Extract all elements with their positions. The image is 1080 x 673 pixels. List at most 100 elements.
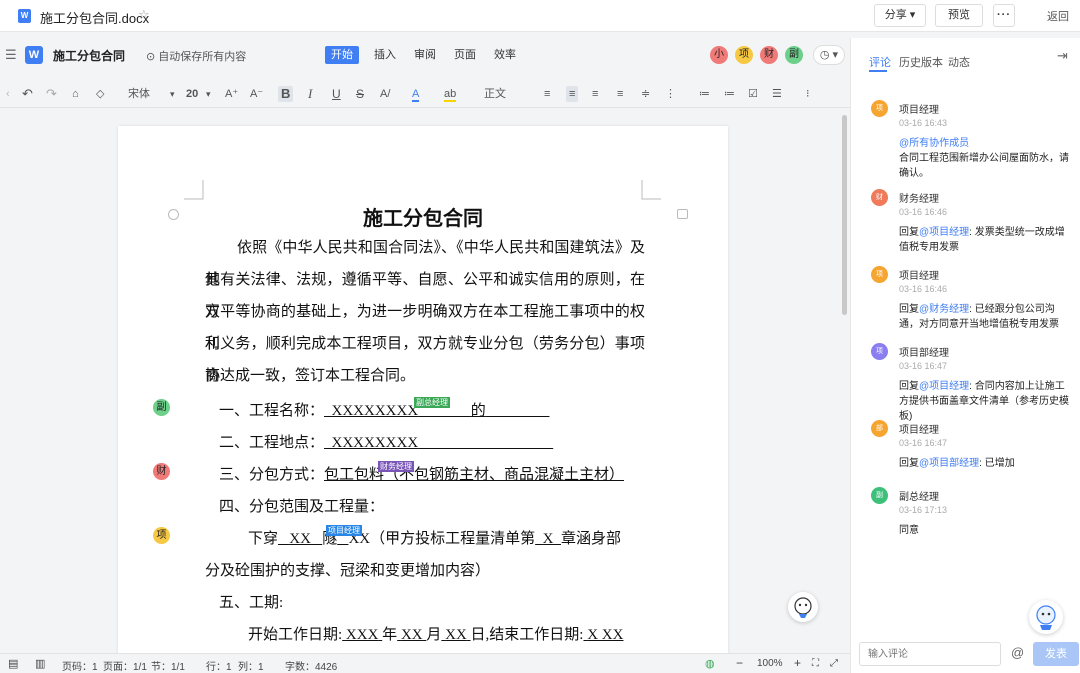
- scope-heading[interactable]: 四、分包范围及工程量：: [219, 495, 384, 516]
- undo-icon[interactable]: ↶: [22, 86, 33, 102]
- format-painter-icon[interactable]: ⌂: [72, 86, 79, 102]
- outline-view-icon[interactable]: ▤: [8, 657, 18, 670]
- more-options-button[interactable]: ···: [993, 4, 1015, 27]
- superscript-button[interactable]: A/: [380, 86, 390, 102]
- collaborator-avatar[interactable]: 财: [760, 46, 778, 64]
- active-tab-indicator: [869, 70, 887, 72]
- zoom-in-button[interactable]: +: [794, 656, 801, 670]
- share-button[interactable]: 分享 ▾: [874, 4, 926, 27]
- tab-activity[interactable]: 动态: [948, 54, 970, 70]
- justify-icon[interactable]: ≡: [617, 86, 623, 102]
- commenter-name: 项目部经理: [899, 348, 949, 359]
- mention-button[interactable]: @: [1011, 645, 1024, 660]
- hamburger-menu-icon[interactable]: ☰: [5, 47, 17, 63]
- contract-method-value[interactable]: 包工包料（不包钢筋主材、商品混凝土主材）: [324, 467, 624, 483]
- document-heading[interactable]: 施工分包合同: [118, 202, 728, 231]
- project-location-row[interactable]: 二、工程地点： XXXXXXXX: [219, 431, 553, 452]
- tab-comments[interactable]: 评论: [869, 54, 891, 70]
- paragraph-style-select[interactable]: 正文: [484, 86, 506, 102]
- project-location-value[interactable]: XXXXXXXX: [324, 435, 553, 451]
- underline-button[interactable]: U: [332, 86, 341, 102]
- fullscreen-icon[interactable]: ⤢: [830, 658, 838, 669]
- font-size-select[interactable]: 20: [186, 86, 198, 102]
- page-view-icon[interactable]: ▥: [35, 657, 45, 670]
- shrink-font-button[interactable]: A⁻: [250, 86, 263, 102]
- tab-start[interactable]: 开始: [325, 46, 359, 64]
- field-value[interactable]: X: [535, 531, 561, 547]
- highlight-button[interactable]: ab: [444, 86, 457, 102]
- bullet-list-icon[interactable]: ☰: [772, 86, 782, 102]
- page-count: 页面：1/1: [103, 662, 147, 673]
- collapse-panel-icon[interactable]: ⇥: [1057, 48, 1068, 64]
- font-color-button[interactable]: A: [412, 86, 420, 102]
- field-value[interactable]: XX: [441, 627, 470, 643]
- zoom-level[interactable]: 100%: [757, 658, 783, 669]
- field-value[interactable]: X XX: [583, 627, 623, 643]
- scroll-left-icon[interactable]: ‹: [6, 86, 10, 102]
- tab-page[interactable]: 页面: [453, 46, 477, 64]
- mention[interactable]: @项目经理: [919, 381, 969, 392]
- grow-font-button[interactable]: A⁺: [225, 86, 238, 102]
- field-value[interactable]: XX: [397, 627, 426, 643]
- redo-icon[interactable]: ↷: [46, 86, 57, 102]
- back-button[interactable]: 返回: [1047, 8, 1069, 24]
- send-comment-button[interactable]: 发表: [1033, 642, 1079, 666]
- chevron-down-icon[interactable]: ▾: [170, 86, 175, 102]
- contract-method-row[interactable]: 三、分包方式：包工包料（不包钢筋主材、商品混凝土主材）: [219, 463, 624, 484]
- scope-row[interactable]: 下穿 XX 隧 XX（甲方投标工程量清单第 X 章涵身部: [248, 527, 621, 548]
- tab-efficiency[interactable]: 效率: [493, 46, 517, 64]
- assistant-mascot-icon[interactable]: [1029, 600, 1063, 634]
- distribute-icon[interactable]: ≑: [641, 86, 650, 102]
- document-page[interactable]: 施工分包合同 依照《中华人民共和国合同法》、《中华人民共和国建筑法》及其 他有关…: [118, 126, 818, 673]
- collaborator-marker-avatar[interactable]: 副: [153, 399, 170, 416]
- comment-input-wrapper[interactable]: [859, 642, 1001, 666]
- add-comment-icon[interactable]: [677, 209, 688, 219]
- align-right-icon[interactable]: ≡: [592, 86, 598, 102]
- collaborator-avatar[interactable]: 副: [785, 46, 803, 64]
- collaborator-avatar[interactable]: 项: [735, 46, 753, 64]
- star-icon[interactable]: ☆: [138, 7, 150, 23]
- zoom-out-button[interactable]: −: [736, 656, 743, 670]
- indent-decrease-icon[interactable]: ≔: [699, 86, 710, 102]
- mention[interactable]: @项目部经理: [919, 458, 979, 469]
- italic-button[interactable]: I: [308, 86, 312, 102]
- preview-button[interactable]: 预览: [935, 4, 983, 27]
- assistant-mascot-icon[interactable]: [788, 592, 818, 622]
- collaborator-avatar[interactable]: 小: [710, 46, 728, 64]
- cloud-sync-icon[interactable]: ◍: [705, 657, 715, 670]
- indent-increase-icon[interactable]: ≔: [724, 86, 735, 102]
- intro-line[interactable]: 商达成一致，签订本工程合同。: [205, 360, 645, 392]
- bold-button[interactable]: B: [278, 86, 294, 102]
- field-value[interactable]: XX: [278, 531, 322, 547]
- clear-format-icon[interactable]: ◇: [96, 86, 104, 102]
- line-spacing-icon[interactable]: ⋮: [665, 86, 676, 102]
- comment-text: 回复@项目部经理: 已增加: [899, 456, 1069, 471]
- checklist-icon[interactable]: ☑: [748, 86, 758, 102]
- font-family-select[interactable]: 宋体: [128, 86, 150, 102]
- schedule-row[interactable]: 开始工作日期: XXX 年 XX 月 XX 日,结束工作日期: X XX: [248, 623, 623, 644]
- field-value[interactable]: XXX: [342, 627, 382, 643]
- strikethrough-button[interactable]: S: [356, 86, 364, 102]
- mention[interactable]: @所有协作成员: [899, 138, 969, 149]
- row-number: 行：1: [206, 662, 232, 673]
- numbered-list-icon[interactable]: ⁝: [806, 86, 810, 102]
- collaborator-marker-avatar[interactable]: 项: [153, 527, 170, 544]
- tab-history[interactable]: 历史版本: [899, 54, 943, 70]
- project-name-row[interactable]: 一、工程名称： XXXXXXXX 的: [219, 399, 549, 420]
- collaborator-marker-avatar[interactable]: 财: [153, 463, 170, 480]
- tab-insert[interactable]: 插入: [373, 46, 397, 64]
- comment-input[interactable]: [860, 643, 1000, 665]
- paragraph-marker-icon: [168, 209, 179, 220]
- chevron-down-icon[interactable]: ▾: [206, 86, 211, 102]
- tab-review[interactable]: 审阅: [413, 46, 437, 64]
- fit-page-icon[interactable]: ⛶: [812, 658, 819, 669]
- schedule-heading[interactable]: 五、工期:: [219, 591, 283, 612]
- formatting-toolbar: ‹ ↶ ↷ ⌂ ◇ 宋体 ▾ 20 ▾ A⁺ A⁻ B I U S A/ A a…: [0, 80, 850, 108]
- align-center-icon[interactable]: ≡: [566, 86, 579, 102]
- scope-row-continued[interactable]: 分及砼围护的支撑、冠梁和变更增加内容）: [205, 559, 490, 580]
- mention[interactable]: @项目经理: [919, 227, 969, 238]
- mention[interactable]: @财务经理: [919, 304, 969, 315]
- align-left-icon[interactable]: ≡: [544, 86, 550, 102]
- history-clock-button[interactable]: ◷ ▾: [813, 45, 845, 65]
- vertical-scrollbar[interactable]: [842, 115, 847, 315]
